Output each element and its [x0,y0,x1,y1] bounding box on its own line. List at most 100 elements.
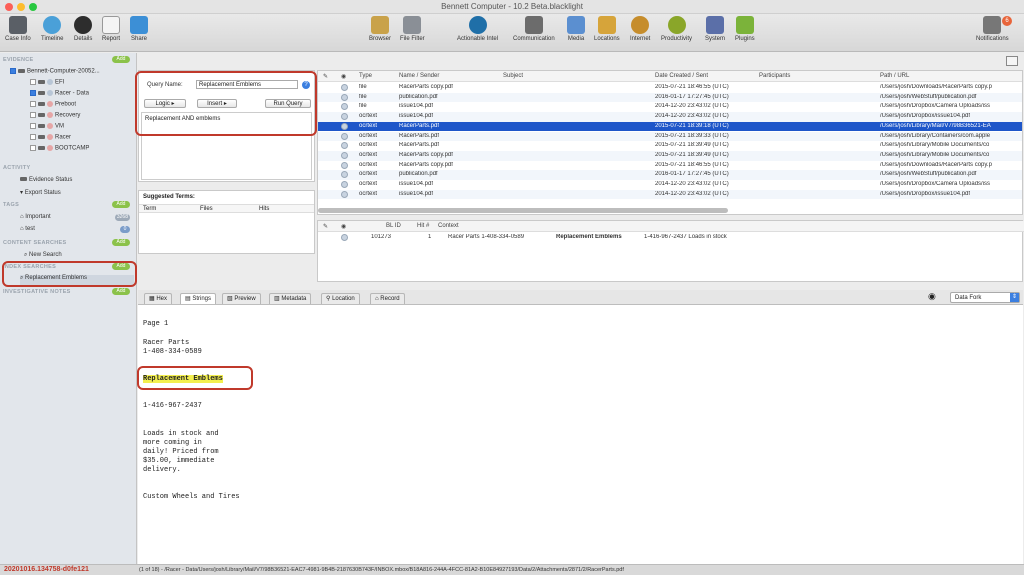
file-status-icon [341,171,348,179]
checkbox[interactable] [30,134,36,140]
tab-metadata[interactable]: ▥ Metadata [269,293,312,304]
add-note-button[interactable]: Add [112,288,130,295]
horizontal-scrollbar[interactable] [318,208,728,213]
case-info-button[interactable]: Case Info [5,16,31,42]
evidence-item-recovery[interactable]: Recovery [30,112,80,119]
tab-hex[interactable]: ▦ Hex [144,293,173,304]
tag-test[interactable]: ⌂ test [20,226,35,232]
column-bl-id[interactable]: BL ID [386,223,401,229]
export-status-item[interactable]: ▾ Export Status [20,189,61,196]
suggested-terms-title: Suggested Terms: [143,194,195,200]
actionable-intel-button[interactable]: Actionable Intel [457,16,498,42]
checkbox[interactable] [30,123,36,129]
file-filter-button[interactable]: File Filter [400,16,425,42]
result-cell: /Users/josh/WebStuff/publication.pdf [880,93,977,100]
tag-column-icon[interactable]: ✎ [323,73,328,80]
column-hits[interactable]: Hits [259,206,269,212]
column-name-sender[interactable]: Name / Sender [399,73,439,79]
tag-important[interactable]: ⌂ Important [20,214,51,220]
evidence-item-efi[interactable]: EFI [30,79,64,86]
column-term[interactable]: Term [143,206,156,212]
status-icon [20,177,27,182]
column-date-created[interactable]: Date Created / Sent [655,73,708,79]
checkbox[interactable] [30,112,36,118]
checkbox[interactable] [30,145,36,151]
system-button[interactable]: System [705,16,725,42]
checkbox[interactable] [30,90,36,96]
evidence-item-preboot[interactable]: Preboot [30,101,76,108]
evidence-item-racer[interactable]: Racer [30,134,71,141]
tab-location[interactable]: ⚲ Location [321,293,360,304]
tag-column-icon[interactable]: ✎ [323,223,328,230]
result-row[interactable]: ocrtext RacerParts.pdf 2015-07-21 18:39:18… [318,121,1022,132]
evidence-item-vm[interactable]: VM [30,123,64,130]
browser-button[interactable]: Browser [369,16,391,42]
column-hit-number[interactable]: Hit # [417,223,429,229]
strings-viewer[interactable]: Page 1 Racer Parts 1-408-334-0589 Replac… [138,305,1023,564]
hit-row[interactable]: 101273 1 Racer Parts 1-408-334-0589 Repl… [318,233,1024,243]
column-context[interactable]: Context [438,223,459,229]
tab-preview[interactable]: ▧ Preview [222,293,261,304]
column-type[interactable]: Type [359,73,372,79]
result-row[interactable]: ocrtext RacerParts.pdf 2015-07-21 18:39:49… [318,141,1022,151]
result-row[interactable]: ocrtext RacerParts.pdf 2015-07-21 18:39:33… [318,131,1022,142]
result-cell: 2014-12-20 23:43:02 (UTC) [655,113,729,120]
new-search-item[interactable]: ⌕ New Search [24,252,62,259]
fork-select[interactable]: Data Fork ⇕ [950,292,1020,303]
result-row[interactable]: file RacerParts copy.pdf 2015-07-21 18:46:… [318,83,1022,93]
evidence-item-racer-data[interactable]: Racer - Data [30,90,89,97]
eye-icon[interactable]: ◉ [928,291,936,302]
result-cell: /Users/josh/Downloads/RacerParts copy.p [880,84,992,90]
volume-icon [47,101,53,107]
checkbox[interactable] [30,101,36,107]
result-row[interactable]: file publication.pdf 2016-01-17 17:27:45 (… [318,92,1022,103]
column-files[interactable]: Files [200,206,213,212]
annotation-box [135,71,317,136]
section-activity: ACTIVITY [3,165,31,171]
internet-button[interactable]: Internet [630,16,650,42]
result-row[interactable]: ocrtext issue104.pdf 2014-12-20 23:43:02 (… [318,180,1022,190]
plugins-button[interactable]: Plugins [735,16,755,42]
result-cell: 2015-07-21 18:39:49 (UTC) [655,142,729,149]
status-column-icon[interactable]: ◉ [341,223,346,230]
evidence-status-item[interactable]: Evidence Status [20,177,72,183]
add-content-search-button[interactable]: Add [112,239,130,246]
communication-button[interactable]: Communication [513,16,555,42]
add-tag-button[interactable]: Add [112,201,130,208]
result-row[interactable]: ocrtext RacerParts copy.pdf 2015-07-21 18:… [318,161,1022,171]
column-path-url[interactable]: Path / URL [880,73,909,79]
details-button[interactable]: Details [74,16,92,42]
evidence-item-bootcamp[interactable]: BOOTCAMP [30,145,89,152]
result-row[interactable]: file issue104.pdf 2014-12-20 23:43:02 (UTC… [318,102,1022,112]
media-button[interactable]: Media [567,16,585,42]
evidence-root[interactable]: Bennett-Computer-20052... [10,68,100,75]
viewer-line: Loads in stock and [143,430,219,438]
share-button[interactable]: Share [130,16,148,42]
checkbox[interactable] [30,79,36,85]
file-status-icon [341,103,348,111]
result-cell: 2015-07-21 18:39:49 (UTC) [655,151,729,158]
tab-strings[interactable]: ▤ Strings [180,293,217,304]
tab-record[interactable]: ⌂ Record [370,293,405,304]
volume-icon [47,145,53,151]
add-evidence-button[interactable]: Add [112,56,130,63]
result-row[interactable]: ocrtext issue104.pdf 2014-12-20 23:43:02 (… [318,189,1022,200]
result-cell: ocrtext [359,151,378,158]
result-row[interactable]: ocrtext RacerParts copy.pdf 2015-07-21 18:… [318,150,1022,161]
sidebar: EVIDENCE Add Bennett-Computer-20052... E… [0,53,137,564]
layout-toggle-icon[interactable] [1006,56,1018,66]
productivity-button[interactable]: Productivity [661,16,692,42]
report-button[interactable]: Report [102,16,120,42]
column-subject[interactable]: Subject [503,73,523,79]
column-participants[interactable]: Participants [759,73,790,79]
result-row[interactable]: ocrtext issue104.pdf 2014-12-20 23:43:02 (… [318,112,1022,122]
locations-button[interactable]: Locations [594,16,620,42]
timeline-button[interactable]: Timeline [41,16,63,42]
result-row[interactable]: ocrtext publication.pdf 2016-01-17 17:27:4… [318,170,1022,180]
status-column-icon[interactable]: ◉ [341,73,346,80]
checkbox[interactable] [10,68,16,74]
notifications-button[interactable]: 6 Notifications [976,16,1012,42]
actionable-intel-icon [468,16,487,34]
disk-icon [38,80,45,84]
disk-icon [38,135,45,139]
